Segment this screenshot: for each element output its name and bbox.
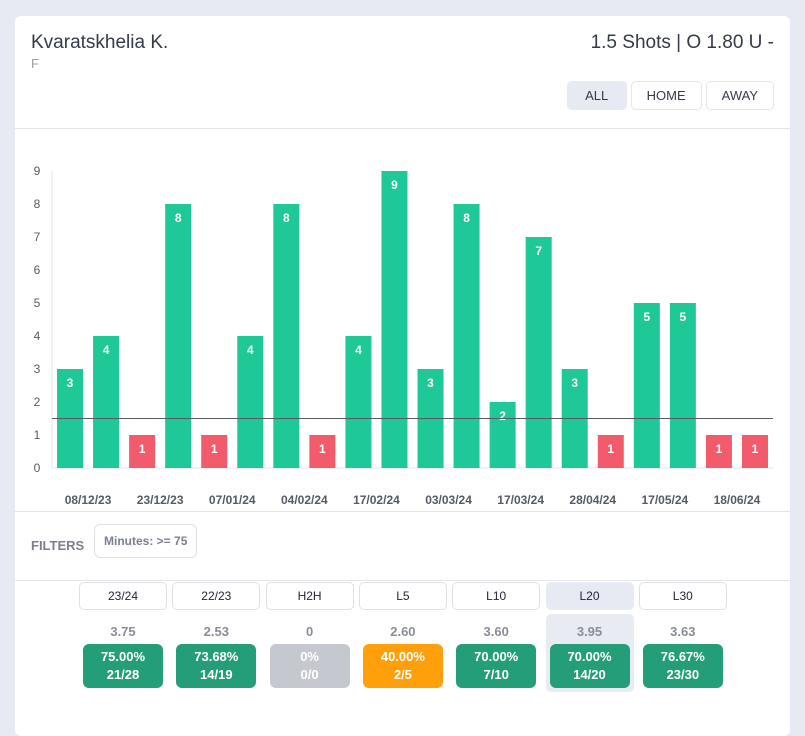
period-hit-rate: 76.67% 23/30: [642, 644, 723, 688]
bar-value-label: 8: [463, 211, 470, 225]
period-tab[interactable]: L10: [452, 582, 541, 610]
period-percent: 76.67%: [660, 649, 705, 664]
period-hit-rate: 70.00% 14/20: [549, 644, 630, 688]
period-tab[interactable]: L30: [638, 582, 727, 610]
bar-value-label: 5: [643, 310, 650, 324]
bar-value-label: 1: [139, 442, 146, 456]
y-tick-label: 3: [34, 362, 41, 376]
period-tab[interactable]: 22/23: [172, 582, 261, 610]
bar-value-label: 1: [211, 442, 218, 456]
bar-value-label: 3: [427, 376, 434, 390]
period-tab[interactable]: H2H: [265, 582, 354, 610]
y-tick-label: 8: [34, 197, 41, 211]
period-percent: 75.00%: [100, 649, 146, 664]
shots-chart: 0 1 2 3 4 5 6 7 8 9 3 4 1 8 1 4 8 1 4 9 3 8 2 7 3 1 5 5 1 1 08/12/23 23…: [15, 129, 790, 512]
x-tick-label: 04/02/24: [281, 493, 328, 507]
period-percent: 70.00%: [567, 649, 612, 664]
period-ratio: 7/10: [483, 667, 509, 682]
bar-value-label: 4: [103, 343, 110, 357]
bar-value-label: 1: [319, 442, 326, 456]
filters-label: FILTERS: [31, 538, 85, 553]
venue-home-button[interactable]: HOME: [630, 81, 702, 110]
filters-bar: FILTERS Minutes: >= 75: [15, 512, 790, 581]
y-tick-label: 7: [34, 230, 41, 244]
period-hit-rate: 0% 0/0: [269, 644, 350, 688]
period-tab[interactable]: 23/24: [79, 582, 167, 610]
period-percent: 73.68%: [194, 649, 239, 664]
bar-value-label: 2: [499, 409, 506, 423]
period-hit-rate: 75.00% 21/28: [83, 644, 163, 688]
period-average: 0: [305, 624, 314, 639]
x-tick-label: 17/02/24: [353, 493, 400, 507]
period-ratio: 2/5: [393, 667, 412, 682]
y-tick-label: 5: [34, 296, 41, 310]
player-position: F: [31, 56, 39, 71]
period-percent: 40.00%: [380, 649, 425, 664]
period-average: 2.53: [203, 624, 229, 639]
x-tick-label: 23/12/23: [137, 493, 184, 507]
x-tick-label: 17/03/24: [497, 493, 544, 507]
bar-value-label: 1: [716, 442, 723, 456]
period-percent: 70.00%: [474, 649, 519, 664]
period-ratio: 14/19: [200, 667, 233, 682]
bar-value-label: 4: [355, 343, 362, 357]
y-tick-label: 2: [34, 395, 41, 409]
card-header: Kvaratskhelia K. F 1.5 Shots | O 1.80 U …: [15, 16, 790, 129]
market-line: 1.5 Shots | O 1.80 U -: [590, 32, 774, 53]
bar-value-label: 3: [67, 376, 74, 390]
period-average: 3.60: [483, 624, 509, 639]
bar: [273, 204, 300, 468]
y-tick-label: 9: [34, 164, 41, 178]
period-hit-rate: 40.00% 2/5: [362, 644, 443, 688]
period-hit-rate: 70.00% 7/10: [456, 644, 537, 688]
player-name: Kvaratskhelia K.: [31, 32, 169, 53]
period-ratio: 14/20: [573, 667, 606, 682]
filter-chip-minutes[interactable]: Minutes: >= 75: [94, 524, 198, 558]
bar: [633, 303, 660, 468]
bar-value-label: 1: [607, 442, 614, 456]
bar-value-label: 8: [283, 211, 290, 225]
period-average: 3.75: [110, 624, 136, 639]
y-tick-label: 0: [34, 461, 41, 475]
x-tick-label: 17/05/24: [641, 493, 688, 507]
bar-value-label: 5: [680, 310, 687, 324]
bar-value-label: 1: [752, 442, 759, 456]
y-tick-label: 6: [34, 263, 41, 277]
x-tick-label: 08/12/23: [65, 493, 112, 507]
bar-value-label: 9: [391, 178, 398, 192]
period-average: 3.63: [670, 624, 696, 639]
y-tick-label: 1: [34, 428, 41, 442]
bar-value-label: 3: [571, 376, 578, 390]
x-tick-label: 07/01/24: [209, 493, 256, 507]
period-ratio: 0/0: [300, 667, 319, 682]
bar: [165, 204, 192, 468]
period-tab[interactable]: L20: [545, 582, 634, 610]
period-hit-rate: 73.68% 14/19: [176, 644, 257, 688]
bar-chart-svg: 0 1 2 3 4 5 6 7 8 9 3 4 1 8 1 4 8 1 4 9 3 8 2 7 3 1 5 5 1 1 08/12/23 23…: [34, 164, 773, 507]
bar-value-label: 7: [535, 244, 542, 258]
y-tick-label: 4: [34, 329, 41, 343]
period-ratio: 23/30: [666, 667, 700, 682]
x-tick-label: 18/06/24: [714, 493, 761, 507]
period-percent: 0%: [300, 649, 319, 664]
period-tab[interactable]: L5: [358, 582, 447, 610]
bar: [453, 204, 480, 468]
period-ratio: 21/28: [106, 667, 140, 682]
x-tick-label: 03/03/24: [425, 493, 472, 507]
bar: [669, 303, 696, 468]
venue-away-button[interactable]: AWAY: [705, 81, 774, 110]
period-average: 3.95: [576, 624, 603, 639]
bar: [381, 171, 408, 468]
period-average: 2.60: [390, 624, 416, 639]
bar-value-label: 8: [175, 211, 182, 225]
bar: [525, 237, 552, 468]
venue-filter: ALL HOME AWAY: [566, 81, 774, 110]
venue-all-button[interactable]: ALL: [566, 81, 627, 110]
x-tick-label: 28/04/24: [569, 493, 616, 507]
bar-value-label: 4: [247, 343, 254, 357]
